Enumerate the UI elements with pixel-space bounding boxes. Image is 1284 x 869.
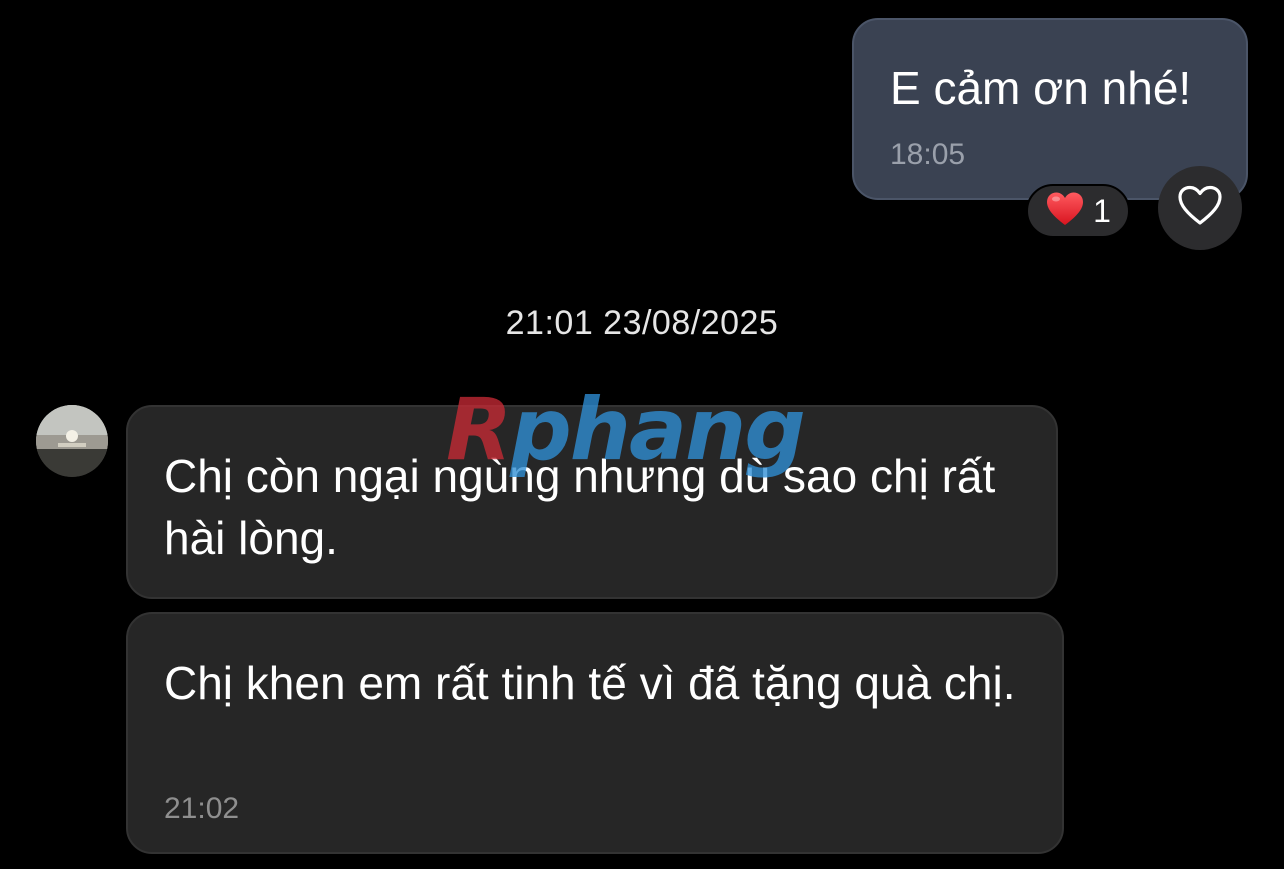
watermark-part-2: phang (510, 380, 806, 480)
red-heart-icon (1045, 191, 1085, 232)
react-heart-button[interactable] (1158, 166, 1242, 250)
incoming-message-bubble[interactable]: Chị khen em rất tinh tế vì đã tặng quà c… (126, 612, 1064, 854)
outgoing-message-text: E cảm ơn nhé! (890, 62, 1192, 114)
reaction-badge[interactable]: 1 (1026, 184, 1130, 238)
incoming-message-time: 21:02 (164, 792, 240, 825)
avatar-photo (36, 405, 108, 477)
outgoing-message-time: 18:05 (890, 138, 966, 171)
reaction-count: 1 (1093, 192, 1111, 229)
heart-outline-icon (1177, 185, 1223, 232)
watermark-logo: Rphang (446, 380, 806, 480)
incoming-message-text: Chị khen em rất tinh tế vì đã tặng quà c… (164, 657, 1016, 709)
avatar[interactable] (36, 405, 108, 477)
date-separator: 21:01 23/08/2025 (505, 304, 779, 342)
watermark-part-1: R (446, 380, 512, 480)
